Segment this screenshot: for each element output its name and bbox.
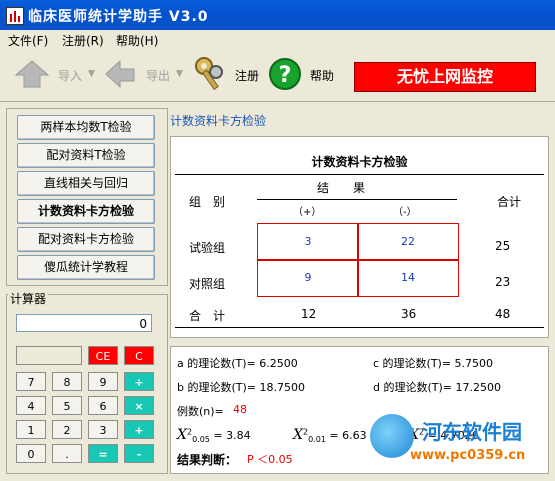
expected-b: b 的理论数(T)= 18.7500 — [177, 381, 305, 394]
expected-a: a 的理论数(T)= 6.2500 — [177, 357, 298, 370]
calc-key-5[interactable]: 5 — [52, 396, 82, 415]
calc-key-divide[interactable]: ÷ — [124, 372, 154, 391]
table-title: 计数资料卡方检验 — [311, 155, 408, 169]
export-icon[interactable] — [104, 59, 136, 89]
app-icon — [6, 7, 24, 25]
watermark: 河东软件园 www.pc0359.cn — [360, 408, 550, 474]
menu-help[interactable]: 帮助(H) — [116, 32, 158, 49]
row-label-control: 对照组 — [189, 277, 226, 291]
conclusion-label: 结果判断： — [177, 453, 238, 467]
calc-c-button[interactable]: C — [124, 346, 154, 365]
calc-key-decimal[interactable]: . — [52, 444, 82, 463]
total-column-header: 合计 — [497, 195, 522, 209]
calc-key-4[interactable]: 4 — [16, 396, 46, 415]
calculator-display: 0 — [16, 314, 152, 332]
key-icon[interactable] — [192, 54, 228, 94]
nav-paired-chi-square-test[interactable]: 配对资料卡方检验 — [17, 227, 155, 252]
calc-key-equals[interactable]: = — [88, 444, 118, 463]
section-title: 计数资料卡方检验 — [170, 114, 267, 128]
positive-column-header: （+） — [293, 207, 322, 218]
cell-a[interactable]: 3 — [257, 223, 359, 261]
cell-b[interactable]: 22 — [357, 223, 459, 261]
chi-critical-001: X20.01 = 6.63 — [293, 427, 367, 445]
help-icon[interactable]: ? — [268, 57, 302, 91]
import-icon[interactable] — [14, 59, 50, 89]
calc-key-7[interactable]: 7 — [16, 372, 46, 391]
watermark-name: 河东软件园 — [422, 420, 522, 444]
nav-two-sample-t-test[interactable]: 两样本均数T检验 — [17, 115, 155, 140]
register-button[interactable]: 注册 — [235, 67, 259, 84]
nav-chi-square-test[interactable]: 计数资料卡方检验 — [17, 199, 155, 224]
calculator-title: 计算器 — [8, 290, 49, 307]
calc-key-2[interactable]: 2 — [52, 420, 82, 439]
menu-register[interactable]: 注册(R) — [62, 32, 104, 49]
conclusion-value: P ＜0.05 — [247, 453, 293, 466]
sum-total: 48 — [495, 307, 511, 321]
table-bottom-rule — [175, 327, 544, 328]
cell-d[interactable]: 14 — [357, 259, 459, 297]
contingency-table-panel: 计数资料卡方检验 组 别 结 果 （+） （-） 合计 3 22 9 14 试验… — [170, 136, 549, 338]
calc-key-minus[interactable]: - — [124, 444, 154, 463]
menu-bar: 文件(F) 注册(R) 帮助(H) — [0, 30, 555, 49]
sum-row-label: 合 计 — [189, 309, 226, 323]
import-button[interactable]: 导入 — [58, 67, 82, 84]
sum-positive: 12 — [301, 307, 317, 321]
row-total-control: 23 — [495, 275, 511, 289]
export-button[interactable]: 导出 — [146, 67, 170, 84]
title-bar: 临床医师统计学助手 V3.0 — [0, 0, 555, 30]
sample-size-label: 例数(n)= — [177, 405, 224, 418]
negative-column-header: （-） — [393, 207, 417, 218]
watermark-logo-icon — [370, 414, 414, 458]
expected-d: d 的理论数(T)= 17.2500 — [373, 381, 501, 394]
cell-c[interactable]: 9 — [257, 259, 359, 297]
row-label-trial: 试验组 — [189, 241, 226, 255]
sample-size-value: 48 — [233, 403, 247, 416]
calc-key-multiply[interactable]: × — [124, 396, 154, 415]
export-dropdown-icon[interactable]: ▼ — [176, 69, 183, 79]
nav-statistics-tutorial[interactable]: 傻瓜统计学教程 — [17, 255, 155, 280]
result-column-header: 结 果 — [317, 181, 366, 195]
nav-paired-t-test[interactable]: 配对资料T检验 — [17, 143, 155, 168]
calculator-memory-box — [16, 346, 82, 365]
calc-key-1[interactable]: 1 — [16, 420, 46, 439]
result-header-rule — [257, 199, 457, 200]
calc-key-8[interactable]: 8 — [52, 372, 82, 391]
calc-key-6[interactable]: 6 — [88, 396, 118, 415]
chi-critical-005: X20.05 = 3.84 — [177, 427, 251, 445]
calc-key-0[interactable]: 0 — [16, 444, 46, 463]
calc-key-3[interactable]: 3 — [88, 420, 118, 439]
svg-text:?: ? — [279, 63, 292, 88]
watermark-url: www.pc0359.cn — [410, 448, 526, 463]
table-top-rule — [175, 174, 544, 175]
test-nav-panel: 两样本均数T检验 配对资料T检验 直线相关与回归 计数资料卡方检验 配对资料卡方… — [6, 108, 168, 286]
help-button[interactable]: 帮助 — [310, 67, 334, 84]
calc-key-9[interactable]: 9 — [88, 372, 118, 391]
menu-file[interactable]: 文件(F) — [8, 32, 48, 49]
import-dropdown-icon[interactable]: ▼ — [88, 69, 95, 79]
group-column-header: 组 别 — [189, 195, 226, 209]
calc-key-plus[interactable]: + — [124, 420, 154, 439]
expected-c: c 的理论数(T)= 5.7500 — [373, 357, 494, 370]
monitor-button[interactable]: 无忧上网监控 — [354, 62, 536, 92]
sum-negative: 36 — [401, 307, 417, 321]
row-total-trial: 25 — [495, 239, 511, 253]
calc-ce-button[interactable]: CE — [88, 346, 118, 365]
nav-linear-regression[interactable]: 直线相关与回归 — [17, 171, 155, 196]
window-title: 临床医师统计学助手 V3.0 — [28, 9, 209, 25]
